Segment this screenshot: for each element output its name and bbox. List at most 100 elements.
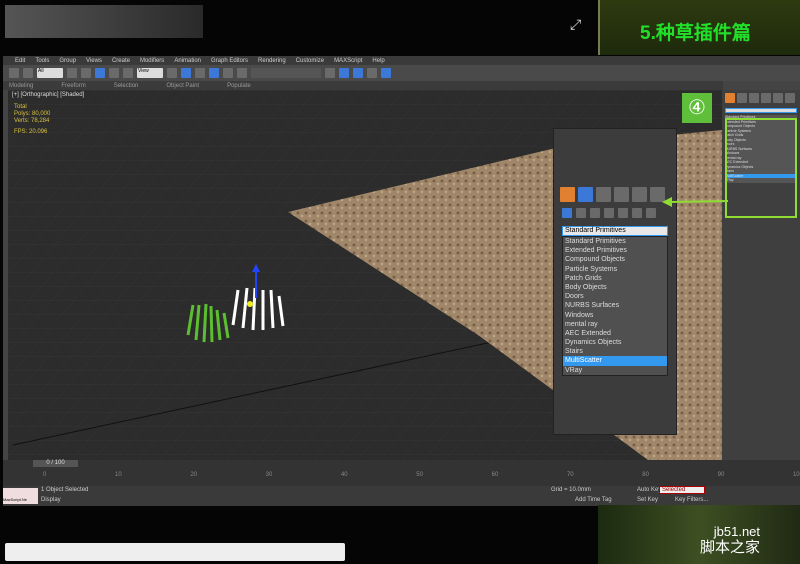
modify-tab-icon[interactable]: [578, 187, 593, 202]
shapes-icon[interactable]: [576, 208, 586, 218]
category-option[interactable]: AEC Extended: [563, 329, 667, 338]
category-option[interactable]: Windows: [563, 311, 667, 320]
tab-populate[interactable]: Populate: [227, 83, 251, 89]
blurred-header: [5, 5, 203, 38]
selection-status: 1 Object Selected: [41, 487, 89, 493]
category-option[interactable]: Particle Systems: [563, 265, 667, 274]
menu-create[interactable]: Create: [112, 58, 130, 64]
create-tab-icon[interactable]: [560, 187, 575, 202]
category-option[interactable]: Doors: [563, 292, 667, 301]
percent-snap-icon[interactable]: [209, 68, 219, 78]
caption-bar: [5, 543, 345, 561]
selection-filter-dropdown[interactable]: All: [37, 68, 63, 78]
stat-total: Total: [14, 104, 27, 110]
add-time-tag-button[interactable]: Add Time Tag: [575, 497, 612, 503]
category-option[interactable]: Dynamics Objects: [563, 338, 667, 347]
hierarchy-tab-icon[interactable]: [749, 93, 759, 103]
category-option[interactable]: MultiScatter: [563, 356, 667, 366]
timeline[interactable]: 0 / 100 0 10 20 30 40 50 60 70 80 90 100: [3, 460, 800, 486]
category-option[interactable]: Standard Primitives: [563, 237, 667, 246]
status-bar: MaxScript.Ne 1 Object Selected Display G…: [3, 486, 800, 506]
set-key-button[interactable]: Set Key: [637, 497, 658, 503]
modify-tab-icon[interactable]: [737, 93, 747, 103]
category-option[interactable]: VRay: [563, 366, 667, 375]
viewport-label[interactable]: [+] [Orthographic] [Shaded]: [12, 92, 84, 98]
grass-thumbnail: [598, 505, 800, 564]
material-editor-icon[interactable]: [353, 68, 363, 78]
undo-icon[interactable]: [9, 68, 19, 78]
rotate-icon[interactable]: [109, 68, 119, 78]
category-option[interactable]: Body Objects: [563, 283, 667, 292]
lights-icon[interactable]: [590, 208, 600, 218]
tab-object-paint[interactable]: Object Paint: [166, 83, 199, 89]
mini-category-dropdown[interactable]: [725, 108, 797, 113]
key-mode-dropdown[interactable]: Selected: [659, 486, 705, 494]
snap-icon[interactable]: [181, 68, 191, 78]
display-tab-icon[interactable]: [632, 187, 647, 202]
helpers-icon[interactable]: [618, 208, 628, 218]
utilities-tab-icon[interactable]: [785, 93, 795, 103]
tab-modeling[interactable]: Modeling: [9, 83, 33, 89]
geometry-icon[interactable]: [562, 208, 572, 218]
category-dropdown[interactable]: Standard Primitives: [562, 226, 668, 236]
render-setup-icon[interactable]: [367, 68, 377, 78]
menu-group[interactable]: Group: [59, 58, 76, 64]
menu-maxscript[interactable]: MAXScript: [334, 58, 362, 64]
viewport-stats: Total Polys: 80,000 Verts: 78,284 FPS: 2…: [14, 104, 50, 136]
category-option[interactable]: mental ray: [563, 320, 667, 329]
category-option[interactable]: NURBS Surfaces: [563, 301, 667, 310]
spacewarps-icon[interactable]: [632, 208, 642, 218]
curve-editor-icon[interactable]: [339, 68, 349, 78]
align-icon[interactable]: [237, 68, 247, 78]
time-slider[interactable]: 0 / 100: [33, 460, 78, 467]
auto-key-button[interactable]: Auto Key: [637, 487, 661, 493]
tab-selection[interactable]: Selection: [114, 83, 139, 89]
menu-help[interactable]: Help: [372, 58, 384, 64]
pivot-icon[interactable]: [167, 68, 177, 78]
category-option[interactable]: Extended Primitives: [563, 246, 667, 255]
menu-graph-editors[interactable]: Graph Editors: [211, 58, 248, 64]
menu-animation[interactable]: Animation: [174, 58, 201, 64]
named-selection-field[interactable]: [251, 68, 321, 78]
move-icon[interactable]: [95, 68, 105, 78]
expand-icon[interactable]: ⤢: [570, 16, 581, 33]
key-filters-button[interactable]: Key Filters...: [675, 497, 708, 503]
maxscript-listener[interactable]: MaxScript.Ne: [3, 488, 38, 504]
step-badge: ④: [682, 93, 712, 123]
hierarchy-tab-icon[interactable]: [596, 187, 611, 202]
display-tab-icon[interactable]: [773, 93, 783, 103]
arrow-icon: [662, 197, 729, 207]
render-icon[interactable]: [381, 68, 391, 78]
menu-customize[interactable]: Customize: [296, 58, 324, 64]
timeline-tick: 50: [416, 472, 423, 478]
menu-views[interactable]: Views: [86, 58, 102, 64]
systems-icon[interactable]: [646, 208, 656, 218]
object-type-icons: [554, 206, 676, 226]
select-icon[interactable]: [67, 68, 77, 78]
menu-edit[interactable]: Edit: [15, 58, 25, 64]
tab-freeform[interactable]: Freeform: [61, 83, 85, 89]
layer-icon[interactable]: [325, 68, 335, 78]
category-option[interactable]: Compound Objects: [563, 255, 667, 264]
timeline-tick: 40: [340, 472, 348, 478]
category-option[interactable]: Patch Grids: [563, 274, 667, 283]
motion-tab-icon[interactable]: [614, 187, 629, 202]
timeline-tick: 0: [43, 472, 47, 478]
category-option[interactable]: Stairs: [563, 347, 667, 356]
link-icon[interactable]: [23, 68, 33, 78]
menu-modifiers[interactable]: Modifiers: [140, 58, 164, 64]
cameras-icon[interactable]: [604, 208, 614, 218]
ribbon-tabs: Modeling Freeform Selection Object Paint Pop…: [3, 81, 723, 90]
mirror-icon[interactable]: [223, 68, 233, 78]
menu-rendering[interactable]: Rendering: [258, 58, 286, 64]
angle-snap-icon[interactable]: [195, 68, 205, 78]
motion-tab-icon[interactable]: [761, 93, 771, 103]
select-name-icon[interactable]: [81, 68, 91, 78]
ref-coord-dropdown[interactable]: View: [137, 68, 163, 78]
watermark-name: 脚本之家: [700, 539, 761, 556]
menu-bar: Edit Tools Group Views Create Modifiers Animat…: [3, 56, 800, 65]
watermark-site: jb51.net: [713, 524, 761, 539]
menu-tools[interactable]: Tools: [35, 58, 49, 64]
scale-icon[interactable]: [123, 68, 133, 78]
create-tab-icon[interactable]: [725, 93, 735, 103]
